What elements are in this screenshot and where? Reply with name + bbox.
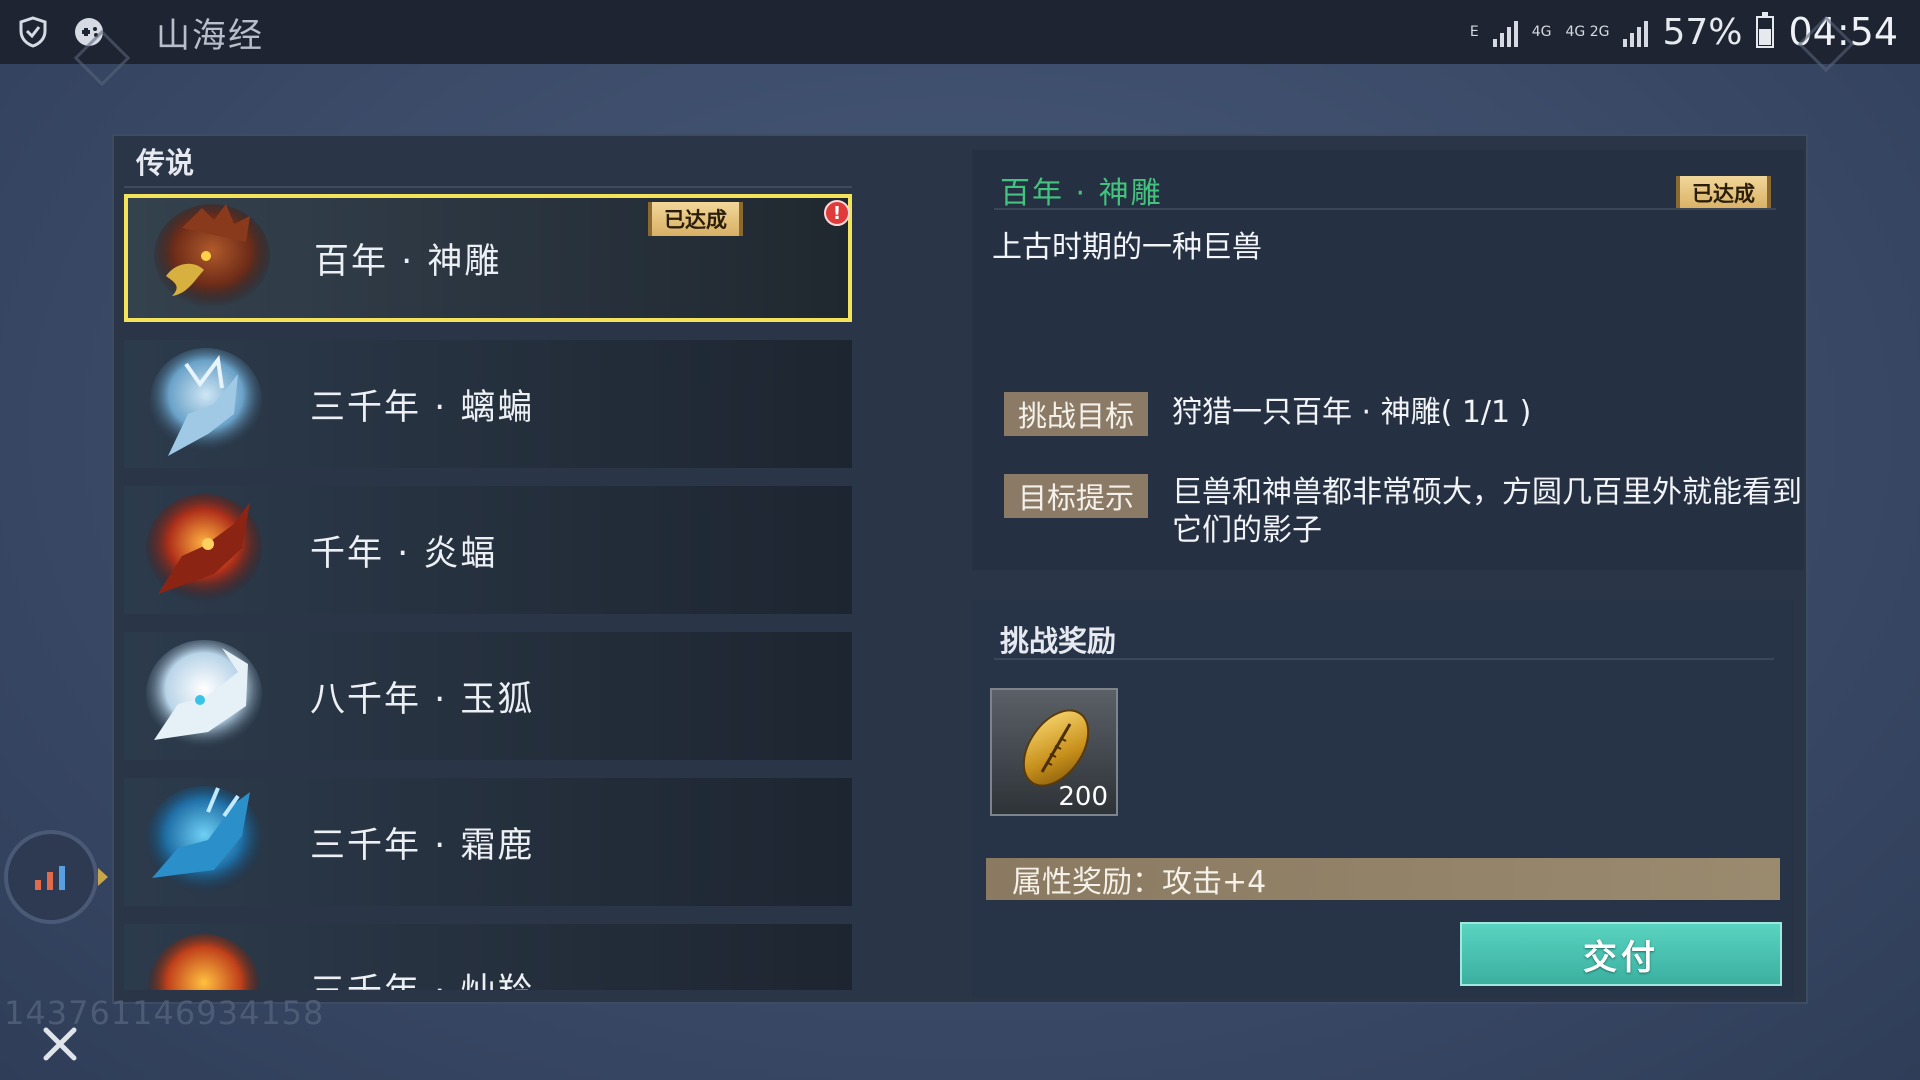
- goal-label: 挑战目标: [1004, 392, 1148, 436]
- goal-value: 狩猎一只百年 · 神雕( 1/1 ): [1172, 395, 1532, 430]
- achieved-badge: 已达成: [648, 202, 743, 236]
- battery-icon: [1756, 12, 1775, 48]
- chevron-right-icon[interactable]: [96, 866, 110, 888]
- network-4g2g-label: 4G 2G: [1565, 24, 1610, 40]
- list-item-frost-deer[interactable]: 三千年 · 霜鹿: [124, 778, 852, 906]
- signal-strength-icon-2: [1623, 17, 1649, 47]
- shield-check-icon: [16, 15, 50, 49]
- list-item-name: 百年 · 神雕: [314, 241, 502, 282]
- beast-list[interactable]: 百年 · 神雕 已达成 ! 三千年 · 螭蝙 千年 · 炎蝠 八千年 · 玉狐 …: [124, 194, 852, 990]
- reward-item-count: 200: [1058, 782, 1108, 812]
- list-item-flame-beast[interactable]: 三千年 · 灿羚: [124, 924, 852, 990]
- list-item-name: 三千年 · 灿羚: [310, 963, 534, 991]
- network-e-label: E: [1469, 24, 1479, 40]
- hint-label: 目标提示: [1004, 474, 1148, 518]
- status-bar: 山海经 E 4G 4G 2G 57% 04:54: [0, 0, 1920, 64]
- network-4g-label: 4G: [1531, 24, 1552, 40]
- battery-fill: [1759, 29, 1772, 45]
- app-title: 山海经: [156, 15, 264, 56]
- floating-stats-button[interactable]: [4, 830, 98, 924]
- hint-value: 巨兽和神兽都非常硕大，方圆几百里外就能看到它们的影子: [1172, 475, 1802, 548]
- list-header: 传说: [136, 146, 195, 180]
- attribute-reward-bar: 属性奖励：攻击+4: [986, 858, 1780, 900]
- list-item-ice-bat[interactable]: 三千年 · 螭蝙: [124, 340, 852, 468]
- flame-beast-portrait: [138, 928, 268, 990]
- white-fox-portrait: [138, 636, 268, 756]
- reward-item-slot[interactable]: 200: [990, 688, 1118, 816]
- battery-percent: 57%: [1662, 11, 1743, 53]
- close-icon[interactable]: [38, 1022, 82, 1066]
- divider: [124, 186, 852, 188]
- detail-description: 上古时期的一种巨兽: [992, 230, 1262, 265]
- list-item-white-fox[interactable]: 八千年 · 玉狐: [124, 632, 852, 760]
- list-item-fire-bat[interactable]: 千年 · 炎蝠: [124, 486, 852, 614]
- detail-achieved-badge: 已达成: [1676, 176, 1771, 210]
- reward-title: 挑战奖励: [1000, 624, 1117, 658]
- submit-button[interactable]: 交付: [1460, 922, 1782, 986]
- fire-bat-portrait: [138, 490, 268, 610]
- list-item-name: 八千年 · 玉狐: [310, 679, 535, 720]
- detail-title: 百年 · 神雕: [1000, 176, 1163, 211]
- list-item-name: 千年 · 炎蝠: [310, 533, 498, 574]
- signal-strength-icon: [1492, 17, 1518, 47]
- list-item-eagle[interactable]: 百年 · 神雕 已达成 !: [124, 194, 852, 322]
- frost-deer-portrait: [138, 782, 268, 902]
- list-item-name: 三千年 · 霜鹿: [310, 825, 535, 866]
- divider: [994, 208, 1776, 210]
- alert-icon: !: [824, 200, 850, 226]
- ice-bat-portrait: [138, 344, 268, 464]
- list-item-name: 三千年 · 螭蝙: [310, 387, 535, 428]
- divider: [994, 658, 1774, 660]
- bar-chart-icon: [35, 866, 65, 890]
- eagle-portrait: [142, 198, 272, 318]
